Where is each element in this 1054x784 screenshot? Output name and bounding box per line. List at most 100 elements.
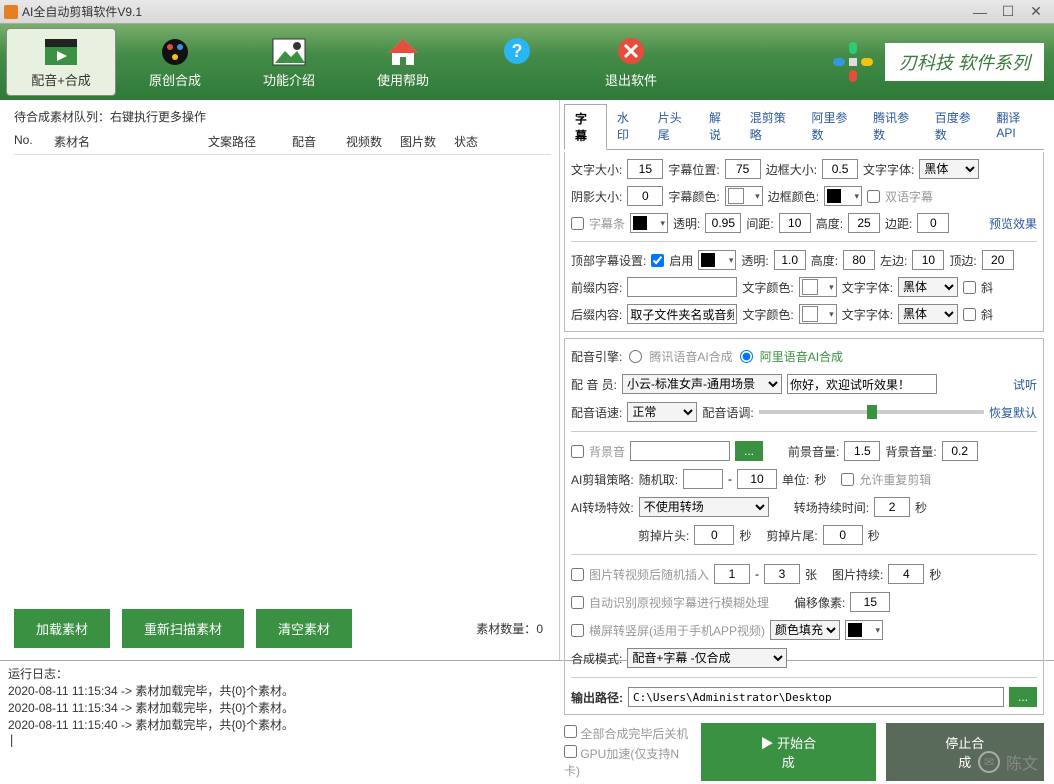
strategy-from-input[interactable] (683, 469, 723, 489)
img-to-input[interactable] (764, 564, 800, 584)
voice-actor-select[interactable]: 小云-标准女声-通用场景 (622, 374, 782, 394)
bgm-path-input[interactable] (630, 441, 730, 461)
fill-color-picker[interactable] (845, 620, 883, 640)
minimize-button[interactable]: — (966, 2, 994, 22)
engine-tencent-radio[interactable] (629, 350, 642, 363)
font-size-input[interactable] (627, 159, 663, 179)
top-opacity-input[interactable] (774, 250, 806, 270)
shutdown-option[interactable]: 全部合成完毕后关机 (564, 725, 691, 742)
pitch-slider[interactable] (759, 410, 984, 414)
transition-select[interactable]: 不使用转场 (639, 497, 769, 517)
brand-area: 刃科技 软件系列 (829, 34, 1044, 90)
reset-link[interactable]: 恢复默认 (989, 404, 1037, 421)
tab-translate-api[interactable]: 翻译API (986, 104, 1044, 149)
rotate-checkbox[interactable] (571, 624, 584, 637)
suffix-input[interactable] (627, 304, 737, 324)
col-status: 状态 (454, 133, 504, 150)
strategy-to-input[interactable] (737, 469, 777, 489)
window-title: AI全自动剪辑软件V9.1 (22, 3, 966, 20)
voice-section: 配音引擎: 腾讯语音AI合成 阿里语音AI合成 配 音 员: 小云-标准女声-通… (564, 338, 1044, 715)
prefix-font-select[interactable]: 黑体 (898, 277, 958, 297)
maximize-button[interactable]: ☐ (994, 2, 1022, 22)
preview-link[interactable]: 预览效果 (989, 215, 1037, 232)
font-select[interactable]: 黑体 (919, 159, 979, 179)
settings-tabs: 字幕 水印 片头尾 解说 混剪策略 阿里参数 腾讯参数 百度参数 翻译API (564, 104, 1044, 150)
toolbar-voice-compose[interactable]: 配音+合成 (6, 28, 116, 96)
tab-tencent-params[interactable]: 腾讯参数 (863, 104, 925, 149)
subtitle-color-picker[interactable] (725, 186, 763, 206)
top-height-input[interactable] (843, 250, 875, 270)
cut-head-input[interactable] (694, 525, 734, 545)
border-color-picker[interactable] (824, 186, 862, 206)
suffix-color-picker[interactable] (799, 304, 837, 324)
tab-narration[interactable]: 解说 (699, 104, 740, 149)
compose-mode-select[interactable]: 配音+字幕 -仅合成 (627, 648, 787, 668)
gap-input[interactable] (779, 213, 811, 233)
tab-headtail[interactable]: 片头尾 (648, 104, 699, 149)
top-enable-checkbox[interactable] (651, 254, 664, 267)
engine-ali-radio[interactable] (740, 350, 753, 363)
cut-tail-input[interactable] (823, 525, 863, 545)
fill-mode-select[interactable]: 颜色填充 (770, 620, 840, 640)
col-no: No. (14, 133, 50, 150)
prefix-color-picker[interactable] (799, 277, 837, 297)
test-voice-link[interactable]: 试听 (1013, 376, 1037, 393)
toolbar-features[interactable]: 功能介绍 (234, 28, 344, 96)
brand-logo-icon (829, 38, 877, 86)
gpu-option[interactable]: GPU加速(仅支持N卡) (564, 745, 691, 779)
margin-input[interactable] (917, 213, 949, 233)
height-input[interactable] (848, 213, 880, 233)
clear-material-button[interactable]: 清空素材 (256, 609, 352, 648)
sample-text-input[interactable] (787, 374, 937, 394)
picture-icon (271, 36, 307, 68)
toolbar-home[interactable]: 使用帮助 (348, 28, 458, 96)
img-dur-input[interactable] (888, 564, 924, 584)
allow-dup-checkbox[interactable] (841, 473, 854, 486)
toolbar-help[interactable]: ? 退出软件 (462, 28, 572, 96)
bgm-checkbox[interactable] (571, 445, 584, 458)
tab-subtitle[interactable]: 字幕 (564, 104, 607, 150)
img-insert-checkbox[interactable] (571, 568, 584, 581)
rescan-material-button[interactable]: 重新扫描素材 (122, 609, 244, 648)
tab-ali-params[interactable]: 阿里参数 (801, 104, 863, 149)
bilingual-checkbox[interactable] (867, 190, 880, 203)
tab-mix-strategy[interactable]: 混剪策略 (740, 104, 802, 149)
queue-list[interactable] (14, 155, 551, 601)
border-size-input[interactable] (822, 159, 858, 179)
tab-baidu-params[interactable]: 百度参数 (925, 104, 987, 149)
top-top-input[interactable] (982, 250, 1014, 270)
opacity-input[interactable] (705, 213, 741, 233)
offset-input[interactable] (850, 592, 890, 612)
top-color-picker[interactable] (698, 250, 736, 270)
top-left-input[interactable] (912, 250, 944, 270)
col-name: 素材名 (54, 133, 204, 150)
output-browse-button[interactable]: ... (1009, 687, 1037, 707)
transition-dur-input[interactable] (874, 497, 910, 517)
img-from-input[interactable] (714, 564, 750, 584)
bg-volume-input[interactable] (942, 441, 978, 461)
bgm-browse-button[interactable]: ... (735, 441, 763, 461)
clapper-icon (43, 36, 79, 68)
bar-color-picker[interactable] (630, 213, 668, 233)
tab-watermark[interactable]: 水印 (607, 104, 648, 149)
subtitle-bar-checkbox[interactable] (571, 217, 584, 230)
start-compose-button[interactable]: ▶ 开始合成 (701, 723, 876, 781)
voice-speed-select[interactable]: 正常 (627, 402, 697, 422)
toolbar-original-compose[interactable]: 原创合成 (120, 28, 230, 96)
close-button[interactable]: ✕ (1022, 2, 1050, 22)
fg-volume-input[interactable] (844, 441, 880, 461)
subtitle-pos-input[interactable] (725, 159, 761, 179)
palette-icon (157, 36, 193, 68)
toolbar-exit[interactable]: 退出软件 (576, 28, 686, 96)
prefix-italic-checkbox[interactable] (963, 281, 976, 294)
shadow-size-input[interactable] (627, 186, 663, 206)
load-material-button[interactable]: 加载素材 (14, 609, 110, 648)
material-count: 素材数量：0 (476, 620, 543, 637)
output-path-input[interactable] (628, 687, 1004, 707)
left-panel: 待合成素材队列：右键执行更多操作 No. 素材名 文案路径 配音 视频数 图片数… (0, 100, 560, 660)
auto-blur-checkbox[interactable] (571, 596, 584, 609)
right-panel: 字幕 水印 片头尾 解说 混剪策略 阿里参数 腾讯参数 百度参数 翻译API 文… (560, 100, 1054, 660)
suffix-italic-checkbox[interactable] (963, 308, 976, 321)
prefix-input[interactable] (627, 277, 737, 297)
suffix-font-select[interactable]: 黑体 (898, 304, 958, 324)
